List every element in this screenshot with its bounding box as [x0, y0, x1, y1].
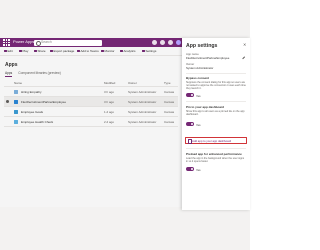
avatar[interactable]: [176, 40, 181, 45]
toggle-knob: [190, 167, 194, 171]
bypass-consent-toggle-label: Yes: [196, 93, 201, 98]
pin-to-dashboard-title: Pin to your app dashboard: [186, 105, 225, 109]
pin-to-dashboard-toggle-label: Yes: [196, 122, 201, 127]
add-to-dashboard-text: Add app to your app dashboard: [192, 138, 232, 143]
pin-to-dashboard-toggle[interactable]: [186, 122, 194, 126]
owner-value: System Administrator: [186, 66, 214, 70]
bypass-consent-toggle[interactable]: [186, 93, 194, 97]
bypass-consent-title: Bypass consent: [186, 76, 210, 80]
preload-title: Preload app for enhanced performance: [186, 152, 242, 156]
help-icon[interactable]: [168, 40, 173, 45]
brand-name[interactable]: Power Apps: [13, 39, 34, 44]
divider: [186, 101, 246, 102]
panel-overlay[interactable]: [0, 47, 182, 207]
notifications-icon[interactable]: [152, 40, 157, 45]
app-name-value: FlexRecruitmentPartnerEmployee: [186, 56, 230, 60]
search-placeholder: Search: [41, 40, 52, 44]
preload-desc: Load the app in the background when the …: [186, 157, 245, 163]
bypass-consent-desc: Suppress the consent dialog for this app…: [186, 81, 246, 90]
close-icon[interactable]: ✕: [243, 43, 246, 47]
search-box[interactable]: Search: [34, 39, 102, 46]
preload-toggle-label: Yes: [196, 167, 201, 172]
add-to-dashboard-link[interactable]: Add app to your app dashboard: [185, 137, 247, 144]
app-settings-panel: App settings ✕ App name FlexRecruitmentP…: [182, 38, 250, 210]
toggle-knob: [190, 93, 194, 97]
preload-toggle[interactable]: [186, 167, 194, 171]
settings-icon[interactable]: [160, 40, 165, 45]
app-launcher-icon[interactable]: [3, 39, 10, 46]
edit-name-icon[interactable]: [240, 54, 245, 59]
app-window: Power Apps Search Edit Play Share Export…: [0, 0, 250, 250]
toggle-knob: [190, 122, 194, 126]
panel-title: App settings: [186, 43, 218, 49]
pin-to-dashboard-desc: Show this app to all users as a pinned t…: [186, 110, 245, 116]
divider: [186, 148, 246, 149]
divider: [186, 73, 246, 74]
